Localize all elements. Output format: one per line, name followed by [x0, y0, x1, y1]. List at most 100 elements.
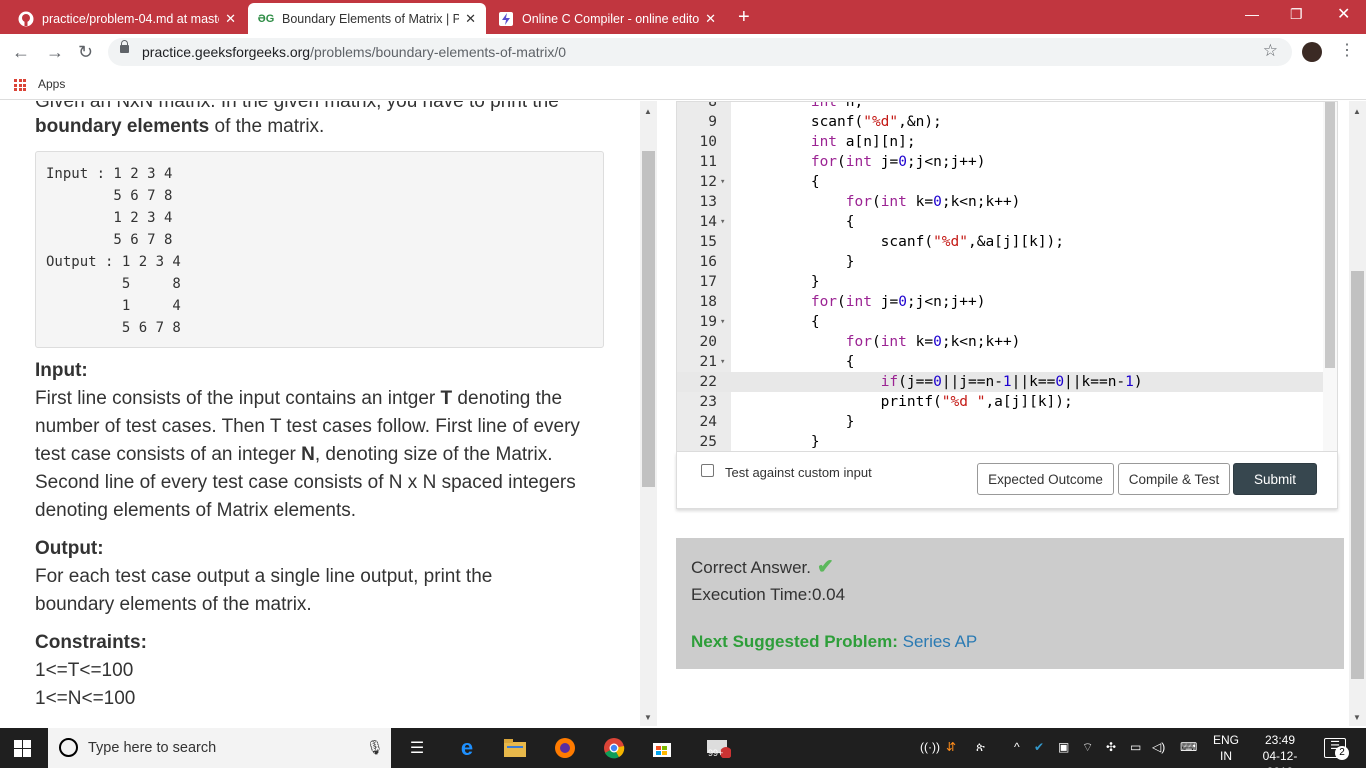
- tab-title: Online C Compiler - online editor: [522, 11, 700, 26]
- result-panel: Correct Answer. ✔ Execution Time:0.04 Nex…: [676, 538, 1344, 669]
- next-problem-link[interactable]: Series AP: [903, 632, 978, 651]
- scroll-thumb[interactable]: [642, 151, 655, 487]
- editor-panel: 8 int n; 9 scanf("%d",&n); 10 int a[n][n];…: [666, 101, 1366, 726]
- code-line[interactable]: 8 int n;: [677, 101, 1327, 112]
- wifi-icon[interactable]: ⌔: [1082, 740, 1093, 755]
- scroll-thumb[interactable]: [1325, 102, 1335, 368]
- close-icon[interactable]: ✕: [465, 11, 476, 27]
- task-view-icon[interactable]: ☰: [405, 736, 429, 760]
- code-line[interactable]: 20 for(int k=0;k<n;k++): [677, 332, 1327, 352]
- scroll-up-icon[interactable]: ▲: [1353, 107, 1361, 116]
- network-icon[interactable]: ((·)): [920, 740, 940, 754]
- menu-icon[interactable]: ⋮: [1339, 40, 1355, 60]
- restore-icon[interactable]: ❐: [1290, 6, 1303, 23]
- scroll-thumb[interactable]: [1351, 271, 1364, 679]
- close-icon[interactable]: ✕: [225, 11, 236, 27]
- compile-test-button[interactable]: Compile & Test: [1118, 463, 1230, 495]
- code-line[interactable]: 12 ▾ {: [677, 172, 1327, 192]
- forward-icon[interactable]: →: [46, 42, 64, 63]
- input-heading: Input:: [35, 360, 88, 381]
- language-indicator[interactable]: ENG IN: [1210, 732, 1242, 764]
- code-line[interactable]: 23 printf("%d ",a[j][k]);: [677, 392, 1327, 412]
- address-bar[interactable]: practice.geeksforgeeks.org/problems/boun…: [108, 38, 1292, 66]
- search-icon: [59, 738, 78, 757]
- file-explorer-icon[interactable]: [503, 736, 527, 760]
- apps-label[interactable]: Apps: [38, 77, 65, 91]
- constraints-section: Constraints: 1<=T<=100 1<=N<=100: [35, 629, 147, 713]
- code-text: int n;: [810, 101, 864, 110]
- line-number: 18: [699, 294, 717, 310]
- taskbar-search[interactable]: Type here to search 🎙: [48, 728, 391, 768]
- code-line[interactable]: 25 }: [677, 432, 1327, 451]
- new-tab-button[interactable]: +: [738, 6, 750, 29]
- volume-icon[interactable]: ◁): [1152, 740, 1165, 754]
- scroll-up-icon[interactable]: ▲: [644, 107, 652, 116]
- code-text: {: [741, 314, 820, 330]
- usb-icon[interactable]: ✣: [1106, 740, 1116, 754]
- people-icon[interactable]: ጵ: [976, 740, 985, 755]
- chrome-icon[interactable]: [602, 736, 626, 760]
- code-line[interactable]: 16 }: [677, 252, 1327, 272]
- fold-arrow-icon[interactable]: ▾: [720, 312, 725, 332]
- code-text: if(j==0||j==n-1||k==0||k==n-1): [880, 374, 1143, 390]
- clock[interactable]: 23:49 04-12-2019: [1250, 732, 1310, 780]
- screenshot-icon[interactable]: ▣: [1058, 740, 1069, 754]
- fold-arrow-icon[interactable]: ▾: [720, 352, 725, 372]
- problem-lead: boundary elements of the matrix.: [35, 116, 325, 137]
- code-line[interactable]: 11 for(int j=0;j<n;j++): [677, 152, 1327, 172]
- scroll-down-icon[interactable]: ▼: [1353, 713, 1361, 722]
- code-line[interactable]: 18 for(int j=0;j<n;j++): [677, 292, 1327, 312]
- code-line[interactable]: 17 }: [677, 272, 1327, 292]
- tab-strip: practice/problem-04.md at maste ✕ ƏG Bou…: [0, 0, 1366, 34]
- editor-scrollbar[interactable]: [1323, 102, 1337, 451]
- profile-avatar[interactable]: [1302, 42, 1322, 62]
- code-line-active[interactable]: 22 if(j==0||j==n-1||k==0||k==n-1): [677, 372, 1327, 392]
- code-text: }: [741, 254, 855, 270]
- tab-online-compiler[interactable]: Online C Compiler - online editor ✕: [488, 3, 726, 34]
- tab-github[interactable]: practice/problem-04.md at maste ✕: [8, 3, 246, 34]
- result-status: Correct Answer. ✔: [691, 554, 1329, 581]
- shield-icon[interactable]: ✔: [1034, 740, 1044, 754]
- microphone-icon[interactable]: 🎙: [366, 739, 384, 756]
- fold-arrow-icon[interactable]: ▾: [720, 172, 725, 192]
- code-line[interactable]: 19 ▾ {: [677, 312, 1327, 332]
- code-line[interactable]: 15 scanf("%d",&a[j][k]);: [677, 232, 1327, 252]
- bookmark-star-icon[interactable]: ☆: [1263, 41, 1278, 61]
- battery-icon[interactable]: ▭: [1130, 740, 1141, 754]
- output-section: Output: For each test case output a sing…: [35, 535, 555, 619]
- code-line[interactable]: 14 ▾ {: [677, 212, 1327, 232]
- store-icon[interactable]: [650, 736, 674, 760]
- chevron-up-icon[interactable]: ^: [1014, 740, 1020, 754]
- code-line[interactable]: 10 int a[n][n];: [677, 132, 1327, 152]
- constraints-heading: Constraints:: [35, 632, 147, 653]
- window-close-icon[interactable]: ✕: [1337, 4, 1350, 24]
- sync-icon[interactable]: ⇵: [946, 740, 956, 754]
- reload-icon[interactable]: ↻: [78, 42, 93, 63]
- submit-button[interactable]: Submit: [1233, 463, 1317, 495]
- code-line[interactable]: 21 ▾ {: [677, 352, 1327, 372]
- line-number: 9: [708, 114, 717, 130]
- code-text: scanf("%d",&a[j][k]);: [741, 234, 1065, 250]
- apps-icon[interactable]: [14, 79, 26, 91]
- code-text: }: [741, 414, 855, 430]
- custom-input-checkbox[interactable]: [701, 464, 714, 477]
- code-line[interactable]: 9 scanf("%d",&n);: [677, 112, 1327, 132]
- page-scrollbar[interactable]: ▲ ▼: [1349, 101, 1366, 726]
- problem-scrollbar[interactable]: ▲ ▼: [640, 101, 657, 726]
- keyboard-icon[interactable]: ⌨: [1180, 740, 1197, 754]
- expected-outcome-button[interactable]: Expected Outcome: [977, 463, 1114, 495]
- scroll-down-icon[interactable]: ▼: [644, 713, 652, 722]
- code-line[interactable]: 13 for(int k=0;k<n;k++): [677, 192, 1327, 212]
- fold-arrow-icon[interactable]: ▾: [720, 212, 725, 232]
- tab-boundary-elements[interactable]: ƏG Boundary Elements of Matrix | Pr ✕: [248, 3, 486, 34]
- browser-toolbar: ← → ↻ practice.geeksforgeeks.org/problem…: [0, 34, 1366, 70]
- edge-icon[interactable]: e: [455, 735, 479, 760]
- firefox-icon[interactable]: [553, 736, 577, 760]
- close-icon[interactable]: ✕: [705, 11, 716, 27]
- code-line[interactable]: 24 }: [677, 412, 1327, 432]
- minimize-icon[interactable]: —: [1245, 6, 1259, 22]
- back-icon[interactable]: ←: [12, 42, 30, 63]
- custom-input-label[interactable]: Test against custom input: [725, 465, 872, 480]
- code-editor[interactable]: 8 int n; 9 scanf("%d",&n); 10 int a[n][n];…: [676, 101, 1338, 452]
- windows-start-icon[interactable]: [14, 740, 31, 757]
